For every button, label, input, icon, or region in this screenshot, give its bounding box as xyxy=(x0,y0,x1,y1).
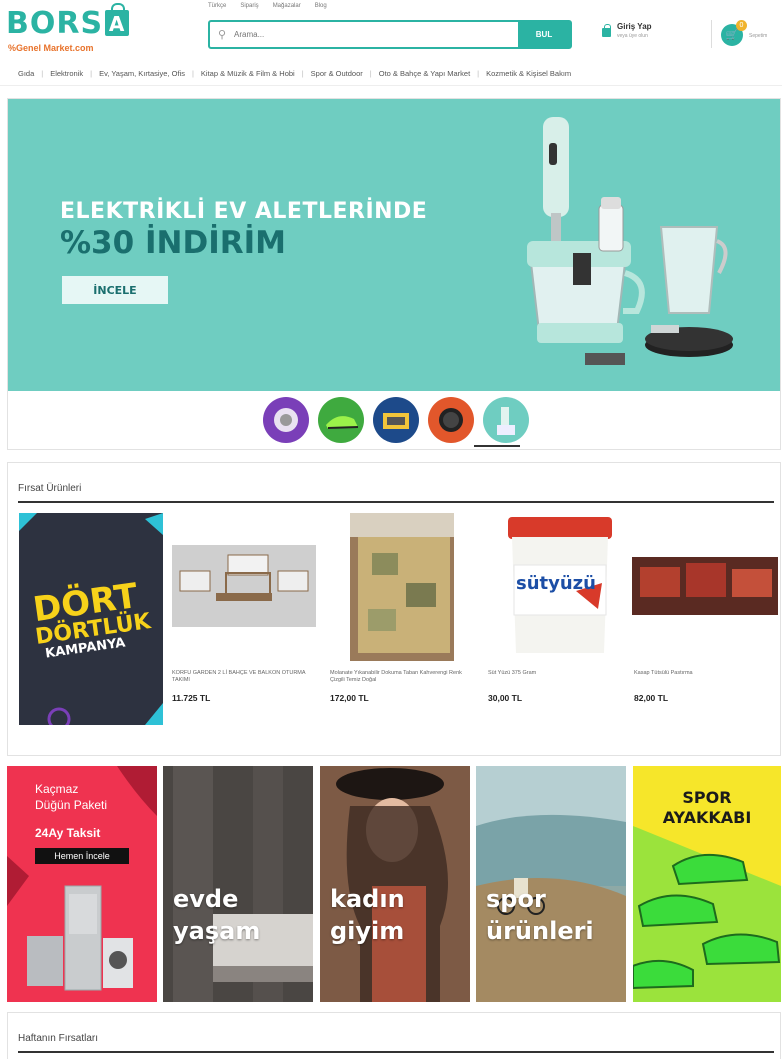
toplink-language[interactable]: Türkçe xyxy=(208,3,226,9)
nav-separator: | xyxy=(369,69,372,78)
product-name: Kasap Tütsülü Pastırma xyxy=(634,670,693,676)
hero-headline: ELEKTRİKLİ EV ALETLERİNDE xyxy=(60,199,428,224)
dort-dortluk-promo[interactable]: DÖRT DÖRTLÜK KAMPANYA xyxy=(19,513,163,725)
toplink-stores[interactable]: Mağazalar xyxy=(273,3,301,9)
banner-spor-line1: spor xyxy=(486,885,546,913)
toplink-blog[interactable]: Blog xyxy=(315,3,327,9)
search-bar: ⚲ BUL xyxy=(208,20,572,49)
hero-banner[interactable]: ELEKTRİKLİ EV ALETLERİNDE %30 İNDİRİM İN… xyxy=(8,99,780,391)
banner-dugun-line3: 24Ay Taksit xyxy=(35,826,101,840)
banner-ayakkabi-line1: SPOR xyxy=(682,788,732,807)
deals-section: Fırsat Ürünleri DÖRT DÖRTLÜK KAMPANYA KO… xyxy=(7,462,781,756)
product-name: Molanate Yıkanabilir Dokuma Taban Kahver… xyxy=(330,670,462,683)
thumb-watch[interactable] xyxy=(428,397,474,443)
nav-item-spor[interactable]: Spor & Outdoor xyxy=(311,69,363,78)
thumb-electronics[interactable] xyxy=(373,397,419,443)
site-header: BORS A %Genel Market.com Türkçe Sipariş M… xyxy=(0,0,782,60)
search-button[interactable]: BUL xyxy=(518,22,570,47)
banner-kadin-giyim[interactable]: kadın giyim xyxy=(320,766,470,1002)
weekly-deals-title: Haftanın Fırsatları xyxy=(18,1033,99,1044)
category-banners: Kaçmaz Düğün Paketi 24Ay Taksit Hemen İn… xyxy=(7,766,781,1002)
toplink-orders[interactable]: Sipariş xyxy=(240,3,258,9)
banner-dugun-line1: Kaçmaz xyxy=(35,782,79,796)
banner-evde-yasam[interactable]: evde yaşam xyxy=(163,766,313,1002)
banner-ayakkabi-line2: AYAKKABI xyxy=(662,808,752,827)
category-nav: Gıda | Elektronik | Ev, Yaşam, Kırtasiye, … xyxy=(0,62,782,86)
sutyuzu-label: sütyüzü xyxy=(516,573,596,594)
cart-button[interactable]: 🛒 0 Sepetim xyxy=(721,20,781,50)
hero-discount: %30 İNDİRİM xyxy=(60,225,286,261)
search-icon: ⚲ xyxy=(217,29,227,41)
banner-spor-ayakkabi[interactable]: SPOR AYAKKABI xyxy=(633,766,781,1002)
shopping-bag-icon: A xyxy=(105,3,130,36)
product-image-pastirma xyxy=(632,557,778,615)
nav-item-ev-yasam[interactable]: Ev, Yaşam, Kırtasiye, Ofis xyxy=(99,69,185,78)
section-underline xyxy=(18,501,774,503)
logo-subtitle: %Genel Market.com xyxy=(8,43,94,53)
login-label[interactable]: Giriş Yap xyxy=(617,22,652,31)
product-price: 30,00 TL xyxy=(488,693,523,703)
nav-item-elektronik[interactable]: Elektronik xyxy=(50,69,83,78)
nav-separator: | xyxy=(90,69,93,78)
deal-products: KORFU GARDEN 2 Lİ BAHÇE VE BALKON OTURMA… xyxy=(168,513,778,753)
banner-dugun-line2: Düğün Paketi xyxy=(35,798,108,812)
product-name: Süt Yüzü 375 Gram xyxy=(488,670,537,676)
nav-separator: | xyxy=(477,69,480,78)
nav-separator: | xyxy=(191,69,194,78)
thumb-blender[interactable] xyxy=(483,397,529,443)
product-price: 11.725 TL xyxy=(172,693,211,703)
banner-kadin-line1: kadın xyxy=(330,885,405,913)
product-image-garden-set xyxy=(172,545,316,627)
hero-thumbnails xyxy=(263,397,529,443)
banner-spor-urunleri[interactable]: spor ürünleri xyxy=(476,766,626,1002)
deals-section-title: Fırsat Ürünleri xyxy=(18,483,82,494)
weekly-deals-section: Haftanın Fırsatları xyxy=(7,1012,781,1059)
product-name: KORFU GARDEN 2 Lİ BAHÇE VE BALKON OTURMA… xyxy=(172,670,306,683)
login-sublabel: veya üye olun xyxy=(617,33,648,39)
thumb-headphones[interactable] xyxy=(263,397,309,443)
header-divider xyxy=(711,20,712,48)
banner-kadin-line2: giyim xyxy=(330,917,405,945)
banner-evde-line1: evde xyxy=(173,885,239,913)
product-price: 82,00 TL xyxy=(634,693,669,703)
product-image-rug xyxy=(350,513,454,661)
nav-item-kitap[interactable]: Kitap & Müzik & Film & Hobi xyxy=(201,69,295,78)
site-logo[interactable]: BORS A %Genel Market.com xyxy=(6,3,131,54)
thumb-shoes[interactable] xyxy=(318,397,364,443)
banner-evde-line2: yaşam xyxy=(173,917,261,945)
nav-item-gida[interactable]: Gıda xyxy=(18,69,34,78)
login-area[interactable]: Giriş Yap veya üye olun xyxy=(602,22,652,39)
banner-spor-line2: ürünleri xyxy=(486,917,594,945)
lock-icon xyxy=(602,24,611,37)
search-input[interactable] xyxy=(234,22,518,47)
cart-count-badge: 0 xyxy=(736,20,747,31)
logo-wordmark: BORS A xyxy=(6,3,130,41)
banner-dugun-paketi[interactable]: Kaçmaz Düğün Paketi 24Ay Taksit Hemen İn… xyxy=(7,766,157,1002)
nav-separator: | xyxy=(301,69,304,78)
nav-item-oto[interactable]: Oto & Bahçe & Yapı Market xyxy=(379,69,470,78)
section-underline xyxy=(18,1051,774,1053)
food-processor-image xyxy=(527,117,733,365)
hero-cta-button[interactable]: İNCELE xyxy=(62,276,168,304)
top-links: Türkçe Sipariş Mağazalar Blog xyxy=(208,3,327,9)
banner-dugun-button[interactable]: Hemen İncele xyxy=(35,848,129,864)
hero-slider: ELEKTRİKLİ EV ALETLERİNDE %30 İNDİRİM İN… xyxy=(7,98,781,450)
nav-item-kozmetik[interactable]: Kozmetik & Kişisel Bakım xyxy=(486,69,571,78)
product-price: 172,00 TL xyxy=(330,693,369,703)
active-thumb-indicator xyxy=(474,445,520,447)
nav-separator: | xyxy=(41,69,44,78)
cart-label: Sepetim xyxy=(749,33,768,39)
